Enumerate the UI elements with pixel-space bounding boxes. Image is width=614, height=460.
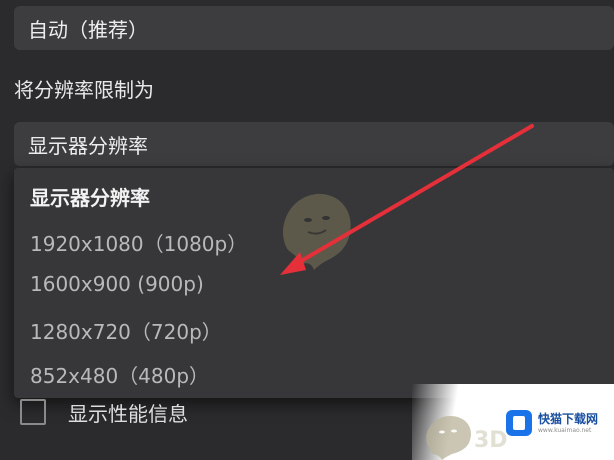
- dropdown-option-1080p[interactable]: 1920x1080（1080p）: [30, 228, 247, 257]
- resolution-dropdown-list: 显示器分辨率 1920x1080（1080p） 1600x900 (900p) …: [14, 168, 614, 398]
- performance-info-row[interactable]: 显示性能信息: [20, 396, 188, 428]
- dropdown-option-720p[interactable]: 1280x720（720p）: [30, 316, 222, 345]
- resolution-limit-label: 将分辨率限制为: [14, 78, 154, 102]
- brand-name: 快猫下载网: [538, 411, 599, 426]
- brand-text: 快猫下载网 www.kuaimao.net: [538, 413, 598, 434]
- performance-info-label: 显示性能信息: [68, 401, 188, 426]
- resolution-select[interactable]: 显示器分辨率: [14, 122, 614, 166]
- dropdown-option-900p[interactable]: 1600x900 (900p): [30, 272, 204, 296]
- top-select-value: 自动（推荐）: [28, 17, 148, 42]
- top-select[interactable]: 自动（推荐）: [14, 6, 614, 50]
- performance-info-checkbox[interactable]: [20, 399, 46, 425]
- watermark-faint-text: 3D: [474, 428, 508, 453]
- dropdown-option-monitor[interactable]: 显示器分辨率: [30, 182, 150, 211]
- brand-url: www.kuaimao.net: [538, 426, 592, 434]
- dropdown-option-480p[interactable]: 852x480（480p）: [30, 360, 209, 389]
- brand-logo-icon: [506, 410, 532, 436]
- resolution-select-value: 显示器分辨率: [28, 133, 148, 158]
- watermark-brand: 快猫下载网 www.kuaimao.net: [506, 410, 598, 436]
